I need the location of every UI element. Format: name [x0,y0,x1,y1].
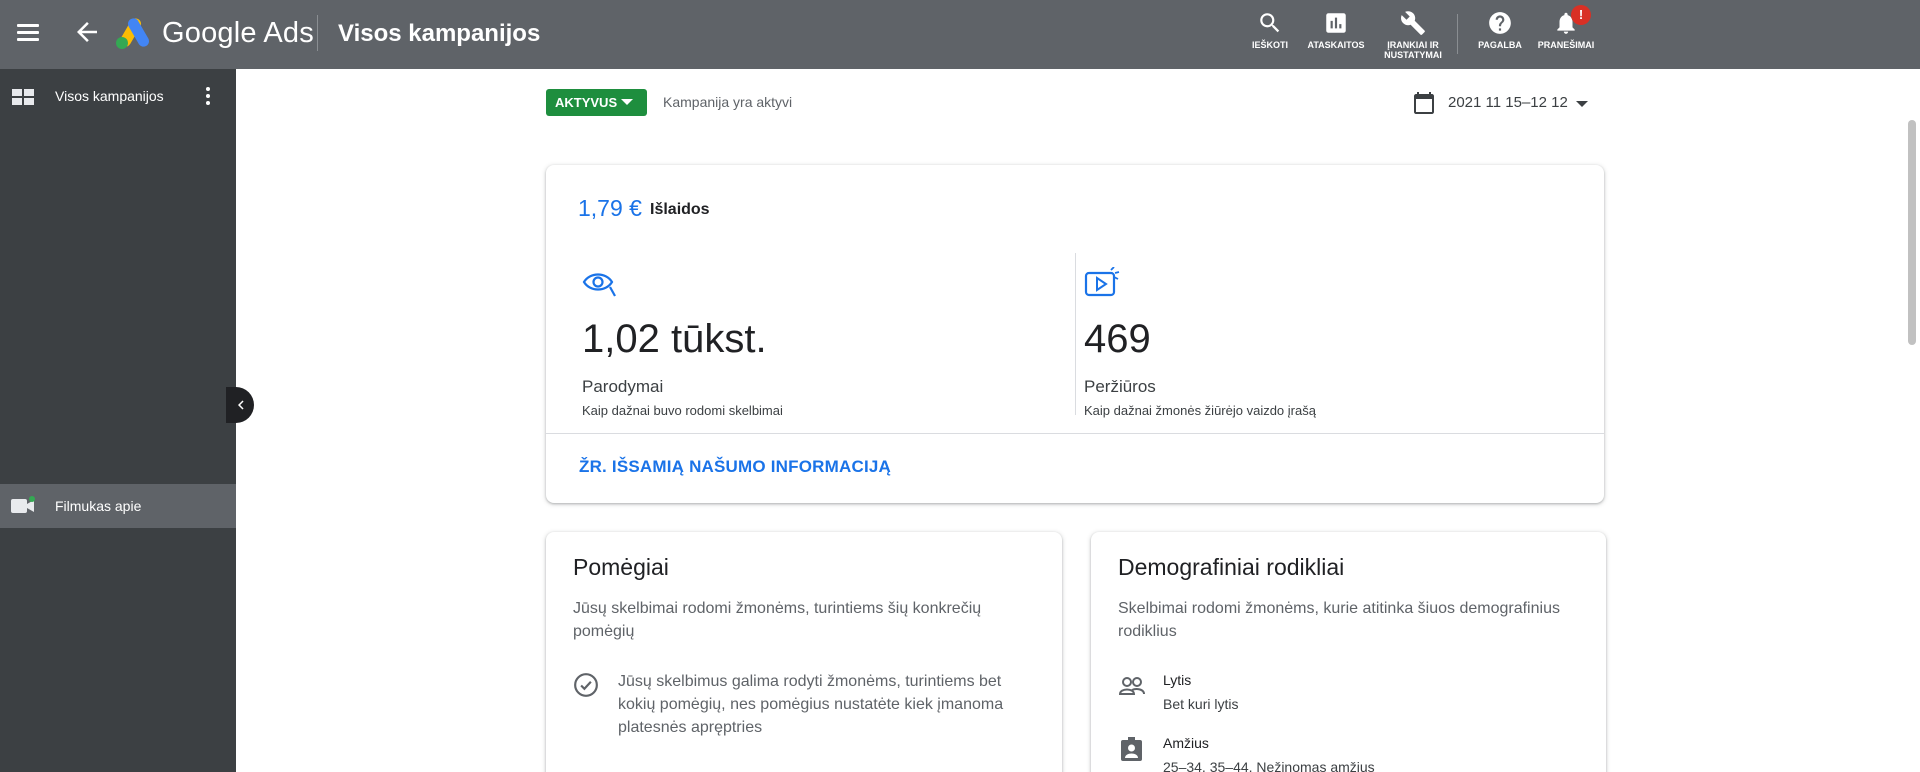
header-divider [317,15,318,51]
more-options-icon[interactable] [205,87,211,107]
check-circle-icon [574,673,598,697]
views-desc: Kaip dažnai žmonės žiūrėjo vaizdo įrašą [1084,403,1316,418]
help-tool-label: PAGALBA [1478,40,1522,50]
reports-icon [1326,13,1346,33]
help-tool-button[interactable]: PAGALBA [1474,10,1526,50]
sidebar-item-label: Filmukas apie [55,498,142,514]
interests-title: Pomėgiai [573,554,669,580]
help-icon [1489,12,1511,34]
impressions-metric: 1,02 tūkst. Parodymai Kaip dažnai buvo r… [582,267,783,418]
tools-settings-button[interactable]: ĮRANKIAI IR NUSTATYMAI [1380,10,1446,60]
performance-details-link[interactable]: ŽR. IŠSAMIĄ NAŠUMO INFORMACIJĄ [579,457,891,477]
back-arrow-icon[interactable] [72,17,102,47]
calendar-icon [1414,92,1434,114]
interests-card: Pomėgiai Jūsų skelbimai rodomi žmonėms, … [546,532,1062,772]
metric-divider [1075,253,1076,415]
views-value: 469 [1084,317,1151,361]
video-play-icon [1084,266,1120,297]
sidebar-item-all-campaigns[interactable]: Visos kampanijos [0,69,236,113]
card-divider [546,433,1604,434]
views-metric: 469 Peržiūros Kaip dažnai žmonės žiūrėjo… [1084,266,1316,418]
age-label: Amžius [1163,735,1209,751]
status-chip-label: AKTYVUS [555,95,618,110]
gender-value: Bet kuri lytis [1163,696,1239,712]
menu-icon[interactable] [14,21,42,43]
search-tool-label: IEŠKOTI [1251,40,1288,50]
dropdown-arrow-icon [1576,101,1588,107]
google-ads-logo-icon [114,16,154,50]
page-title: Visos kampanijos [338,20,541,47]
age-badge-icon [1121,737,1142,761]
sidebar: Visos kampanijos Filmukas apie [0,69,236,772]
cost-value: 1,79 € [578,195,642,221]
impressions-desc: Kaip dažnai buvo rodomi skelbimai [582,403,783,418]
dropdown-arrow-icon [621,99,634,105]
google-ads-page: Google Ads Visos kampanijos IEŠKOTI ATAS… [0,0,1920,772]
chevron-left-icon [238,400,244,410]
people-icon [1118,677,1145,695]
interests-description: Jūsų skelbimai rodomi žmonėms, turintiem… [573,600,982,640]
tools-label-line1: ĮRANKIAI IR [1387,40,1439,50]
interests-item: Jūsų skelbimus galima rodyti žmonėms, tu… [618,673,1004,736]
impressions-value: 1,02 tūkst. [582,317,767,361]
notifications-tool-button[interactable]: PRANEŠIMAI ! [1536,5,1596,50]
reports-tool-label: ATASKAITOS [1307,40,1365,50]
cost-label: Išlaidos [650,201,710,218]
tools-divider [1457,14,1458,54]
demographics-card: Demografiniai rodikliai Skelbimai rodomi… [1091,532,1606,772]
demographics-description: Skelbimai rodomi žmonėms, kurie atitinka… [1118,600,1560,640]
wrench-icon [1401,11,1425,35]
grid-icon [12,89,34,105]
views-name: Peržiūros [1084,377,1156,396]
video-camera-icon [11,496,35,513]
performance-card: 1,79 € Išlaidos 1,02 tūkst. Parodymai Ka… [546,165,1604,503]
scrollbar[interactable] [1908,120,1916,345]
demographics-title: Demografiniai rodikliai [1118,554,1345,580]
impressions-name: Parodymai [582,377,664,396]
eye-icon [582,273,616,297]
date-range-text: 2021 11 15–12 12 [1448,94,1568,111]
sidebar-item-label: Visos kampanijos [55,88,164,104]
notification-badge: ! [1571,5,1591,25]
brand-name: Google Ads [162,17,314,49]
age-value: 25–34, 35–44, Nežinomas amžius [1163,759,1375,772]
top-bar: Google Ads Visos kampanijos IEŠKOTI ATAS… [0,0,1920,69]
search-tool-button[interactable]: IEŠKOTI [1249,10,1291,50]
reports-tool-button[interactable]: ATASKAITOS [1306,10,1366,50]
tools-label-line2: NUSTATYMAI [1384,50,1442,60]
campaign-status-text: Kampanija yra aktyvi [663,94,793,110]
search-icon [1260,13,1280,33]
notifications-tool-label: PRANEŠIMAI [1537,40,1595,50]
gender-label: Lytis [1163,672,1192,688]
sidebar-item-video-campaign[interactable]: Filmukas apie [0,484,236,528]
campaign-status-dropdown[interactable]: AKTYVUS [546,89,648,116]
